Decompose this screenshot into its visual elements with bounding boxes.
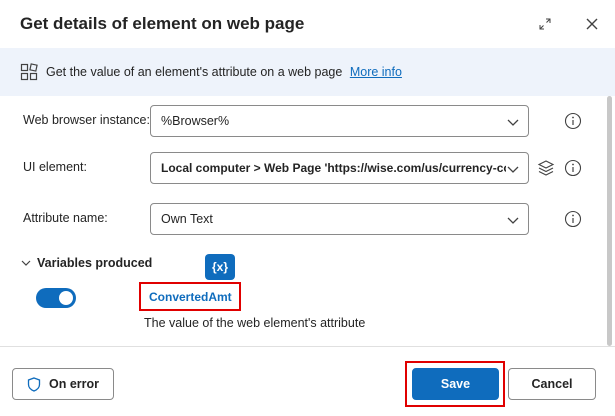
expand-icon [539,18,551,30]
shield-icon [27,376,41,392]
info-text: Get the value of an element's attribute … [46,65,402,79]
info-circle-icon[interactable] [564,159,582,177]
info-description: Get the value of an element's attribute … [46,65,343,79]
dialog: Get details of element on web page Get t… [0,0,615,416]
attribute-label: Attribute name: [23,211,108,225]
footer: On error Save Cancel [0,346,615,416]
variable-description: The value of the web element's attribute [144,316,366,330]
save-button[interactable]: Save [412,368,499,400]
more-info-link[interactable]: More info [350,65,402,79]
variable-name-highlight[interactable]: ConvertedAmt [139,282,241,311]
close-button[interactable] [580,12,604,36]
info-circle-icon[interactable] [564,112,582,130]
toggle-knob [59,291,73,305]
layers-icon[interactable] [537,159,555,177]
ui-element-value: Local computer > Web Page 'https://wise.… [161,161,519,175]
chevron-down-icon [507,217,519,224]
chevron-down-icon [21,260,31,266]
form-area: Web browser instance: %Browser% UI eleme… [0,96,615,346]
variable-name[interactable]: ConvertedAmt [149,290,232,304]
variable-badge[interactable]: {x} [205,254,235,280]
scrollbar[interactable] [607,96,612,346]
attribute-row: Attribute name: Own Text [0,203,600,235]
variables-header: Variables produced [37,256,153,270]
ui-element-select[interactable]: Local computer > Web Page 'https://wise.… [150,152,529,184]
browser-value: %Browser% [161,114,230,128]
element-grid-icon [20,63,38,81]
expand-button[interactable] [533,12,557,36]
chevron-down-icon [506,162,520,176]
chevron-down-icon [507,119,519,126]
dialog-title: Get details of element on web page [20,14,305,33]
attribute-value: Own Text [161,212,213,226]
close-icon [586,18,598,30]
browser-label: Web browser instance: [23,113,150,127]
info-banner: Get the value of an element's attribute … [0,48,615,96]
info-circle-icon[interactable] [564,210,582,228]
cancel-button[interactable]: Cancel [508,368,596,400]
on-error-label: On error [48,377,99,391]
ui-element-row: UI element: Local computer > Web Page 'h… [0,152,600,184]
ui-element-label: UI element: [23,160,87,174]
browser-row: Web browser instance: %Browser% [0,105,600,137]
browser-select[interactable]: %Browser% [150,105,529,137]
on-error-button[interactable]: On error [12,368,114,400]
variable-toggle[interactable] [36,288,76,308]
attribute-select[interactable]: Own Text [150,203,529,235]
variables-toggle-header[interactable]: Variables produced [20,256,152,270]
title-bar: Get details of element on web page [0,0,615,48]
